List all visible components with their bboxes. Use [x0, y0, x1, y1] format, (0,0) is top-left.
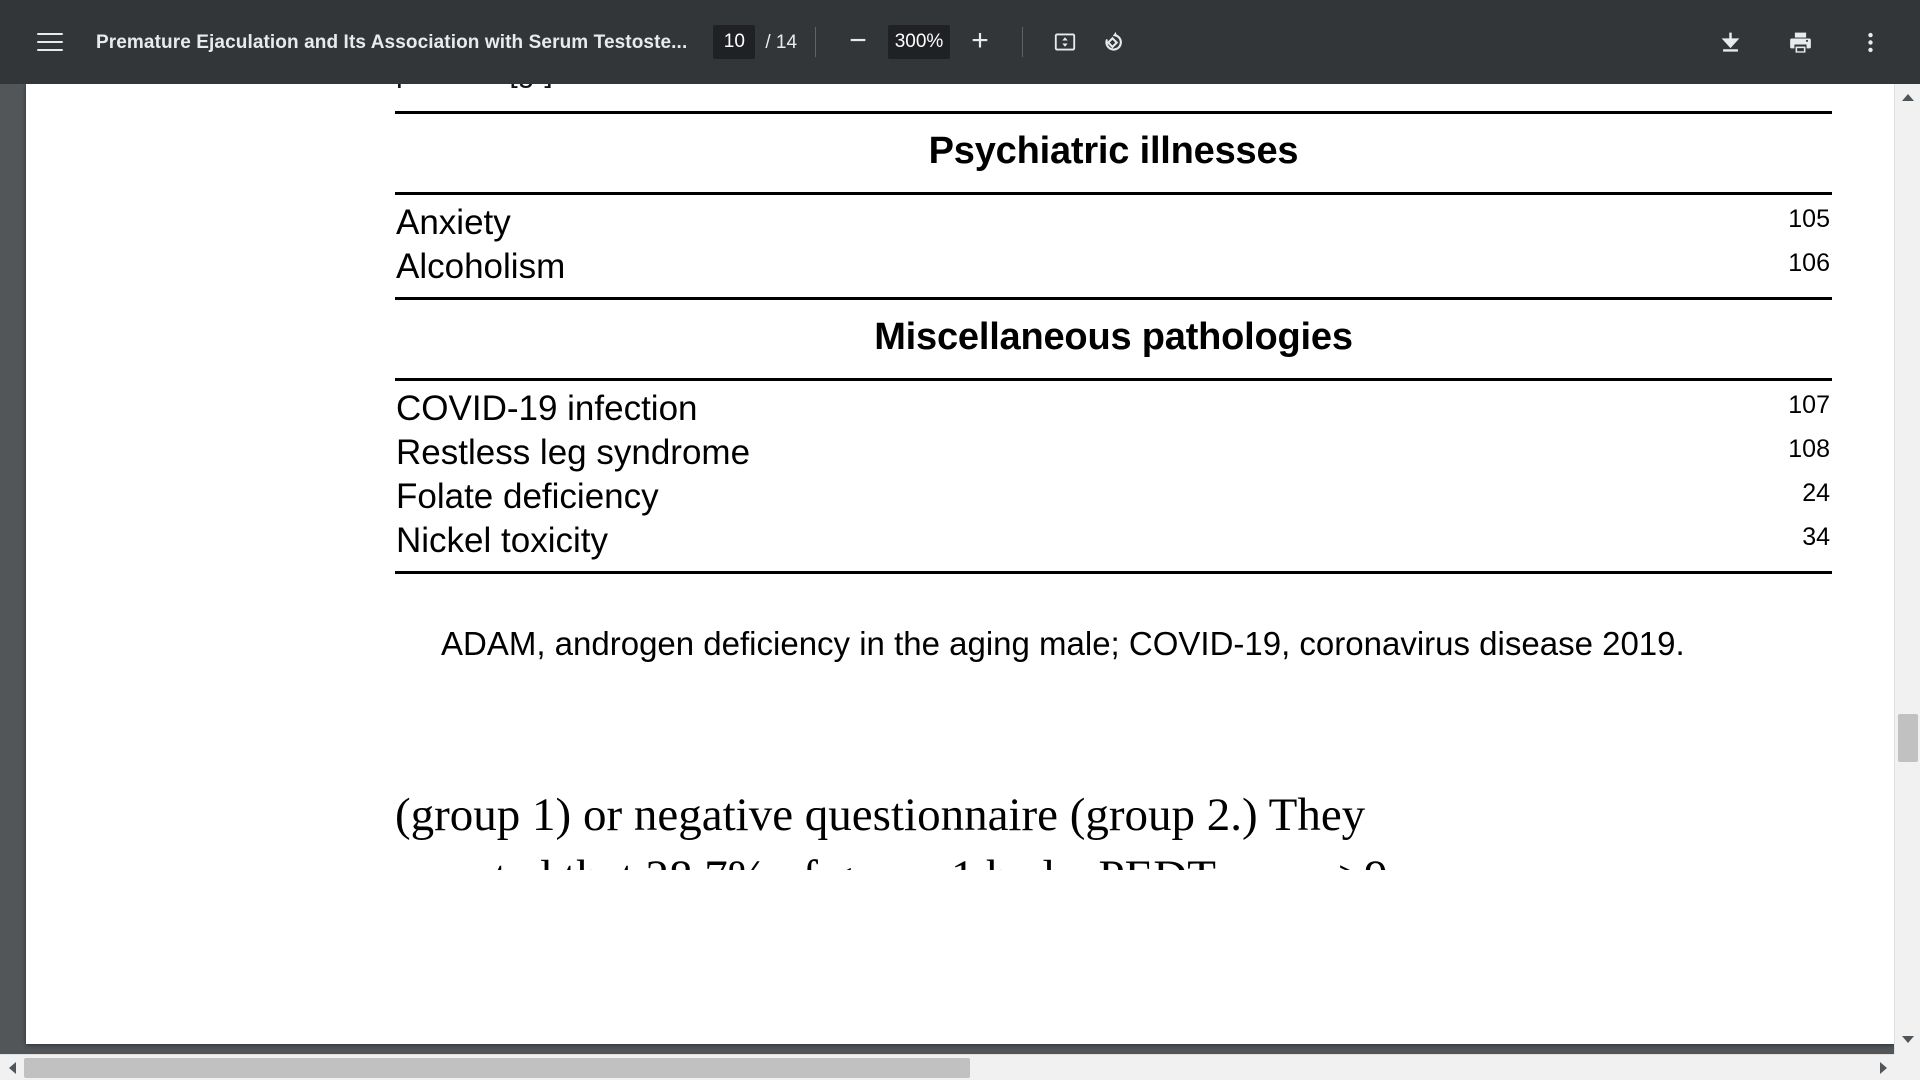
page-number-input[interactable]	[713, 25, 756, 59]
document-title: Premature Ejaculation and Its Associatio…	[96, 32, 688, 52]
body-paragraph-line-2-clipped: reported that 28.7% of group 1 had a PED…	[395, 846, 1835, 870]
clipped-previous-line: patients [gr]	[396, 84, 736, 90]
table-row: Alcoholism 106	[395, 245, 1832, 289]
table-cell-label: Alcoholism	[396, 246, 566, 286]
vertical-scrollbar-thumb[interactable]	[1898, 714, 1918, 762]
scroll-up-arrow[interactable]	[1895, 86, 1920, 108]
scroll-down-arrow[interactable]	[1895, 1028, 1920, 1050]
table-cell-reference: 105	[1788, 204, 1830, 233]
scroll-left-arrow[interactable]	[1, 1055, 23, 1080]
pdf-viewer-canvas[interactable]: patients [gr] Psychiatric illnesses Anxi…	[0, 84, 1920, 1080]
table-row: COVID-19 infection 107	[395, 387, 1832, 431]
table-footnote: ADAM, androgen deficiency in the aging m…	[441, 625, 1685, 662]
triangle-up-icon	[1902, 93, 1914, 101]
pdf-page-10: patients [gr] Psychiatric illnesses Anxi…	[26, 84, 1894, 1044]
more-options-button[interactable]	[1846, 18, 1894, 66]
body-paragraph: (group 1) or negative questionnaire (gro…	[395, 784, 1835, 870]
table-row: Folate deficiency 24	[395, 475, 1832, 519]
download-button[interactable]	[1706, 18, 1754, 66]
toolbar-center-group: / 14 − +	[713, 18, 1137, 66]
horizontal-scrollbar[interactable]	[0, 1054, 1920, 1080]
triangle-down-icon	[1902, 1035, 1914, 1043]
table-row: Restless leg syndrome 108	[395, 431, 1832, 475]
triangle-left-icon	[8, 1062, 16, 1074]
rotate-counterclockwise-button[interactable]	[1089, 18, 1137, 66]
section-heading-psychiatric: Psychiatric illnesses	[928, 130, 1299, 172]
hamburger-menu-button[interactable]	[26, 18, 74, 66]
fit-to-page-button[interactable]	[1041, 18, 1089, 66]
download-icon	[1721, 32, 1739, 52]
table-cell-reference: 108	[1788, 435, 1830, 464]
section-heading-miscellaneous: Miscellaneous pathologies	[874, 316, 1353, 359]
triangle-right-icon	[1879, 1062, 1887, 1074]
zoom-out-button[interactable]: −	[834, 18, 882, 66]
plus-icon: +	[971, 23, 989, 57]
table-rule-bottom	[395, 571, 1832, 575]
body-paragraph-line-1: (group 1) or negative questionnaire (gro…	[395, 789, 1366, 841]
table-row: Nickel toxicity 34	[395, 519, 1832, 563]
table-cell-reference: 106	[1788, 248, 1830, 277]
pdf-toolbar: Premature Ejaculation and Its Associatio…	[0, 0, 1920, 84]
toolbar-divider-1	[815, 27, 817, 57]
toolbar-right-group	[1684, 18, 1920, 66]
table-row: Anxiety 105	[395, 201, 1832, 245]
more-options-icon	[1867, 32, 1873, 52]
table-cell-reference: 24	[1802, 479, 1830, 508]
table-cell-label: Folate deficiency	[396, 477, 659, 517]
table-cell-label: Nickel toxicity	[396, 521, 608, 561]
print-icon	[1789, 32, 1811, 53]
zoom-level-input[interactable]	[888, 25, 951, 59]
zoom-in-button[interactable]: +	[956, 18, 1004, 66]
pdf-viewer-window: Premature Ejaculation and Its Associatio…	[0, 0, 1920, 1080]
table-cell-label: Anxiety	[396, 202, 511, 242]
minus-icon: −	[849, 23, 867, 57]
vertical-scrollbar[interactable]	[1894, 84, 1920, 1080]
pathology-reference-table: Psychiatric illnesses Anxiety 105 Alcoho…	[395, 111, 1832, 575]
table-cell-reference: 34	[1802, 523, 1830, 552]
table-section-body-miscellaneous: COVID-19 infection 107 Restless leg synd…	[395, 381, 1832, 571]
hamburger-menu-icon	[37, 32, 63, 52]
rotate-counterclockwise-icon	[1104, 31, 1122, 51]
table-cell-label: Restless leg syndrome	[396, 433, 751, 473]
toolbar-left-group: Premature Ejaculation and Its Associatio…	[0, 18, 687, 66]
toolbar-divider-2	[1022, 27, 1024, 57]
scrollbar-corner	[1894, 1054, 1920, 1080]
table-cell-reference: 107	[1788, 390, 1830, 419]
table-cell-label: COVID-19 infection	[396, 388, 698, 428]
table-section-body-psychiatric: Anxiety 105 Alcoholism 106	[395, 195, 1832, 297]
print-button[interactable]	[1776, 18, 1824, 66]
horizontal-scrollbar-thumb[interactable]	[24, 1058, 970, 1078]
scroll-right-arrow[interactable]	[1872, 1055, 1894, 1080]
page-total-label: / 14	[765, 31, 798, 53]
fit-to-page-icon	[1054, 33, 1076, 51]
